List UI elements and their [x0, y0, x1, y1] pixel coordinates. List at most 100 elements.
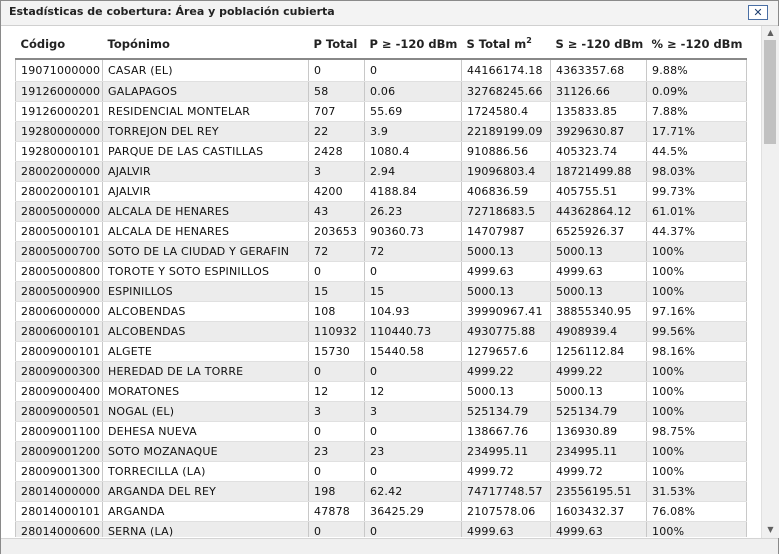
cell-s-ge-120: 135833.85 [550, 101, 647, 122]
table-row[interactable]: 28009000300 HEREDAD DE LA TORRE 0 0 4999.22 4… [15, 361, 747, 382]
cell-codigo: 28009001200 [15, 441, 103, 462]
header-s-total-exponent: 2 [526, 36, 532, 46]
cell-p-ge-120: 23 [364, 441, 462, 462]
table-row[interactable]: 28014000000 ARGANDA DEL REY 198 62.42 747177… [15, 481, 747, 502]
table-row[interactable]: 28005000900 ESPINILLOS 15 15 5000.13 5000.13 1… [15, 281, 747, 302]
table-row[interactable]: 28006000101 ALCOBENDAS 110932 110440.73 4930… [15, 321, 747, 342]
dialog-titlebar[interactable]: Estadísticas de cobertura: Área y poblac… [1, 1, 778, 26]
cell-codigo: 19071000000 [15, 59, 103, 82]
header-p-ge-120[interactable]: P ≥ -120 dBm [364, 29, 462, 60]
dialog-title: Estadísticas de cobertura: Área y poblac… [9, 5, 335, 18]
cell-codigo: 28005000000 [15, 201, 103, 222]
cell-toponimo: AJALVIR [102, 181, 309, 202]
cell-p-ge-120: 26.23 [364, 201, 462, 222]
header-s-total[interactable]: S Total m2 [461, 29, 551, 60]
cell-codigo: 28006000000 [15, 301, 103, 322]
table-row[interactable]: 28002000000 AJALVIR 3 2.94 19096803.4 1872149… [15, 161, 747, 182]
table-viewport[interactable]: Código Topónimo P Total P ≥ -120 dBm S T… [15, 29, 747, 537]
cell-p-ge-120: 0 [364, 361, 462, 382]
vertical-scroll-thumb[interactable] [764, 40, 776, 144]
cell-codigo: 19280000101 [15, 141, 103, 162]
cell-toponimo: ARGANDA DEL REY [102, 481, 309, 502]
cell-s-ge-120: 5000.13 [550, 281, 647, 302]
cell-codigo: 28002000000 [15, 161, 103, 182]
cell-p-ge-120: 0.06 [364, 81, 462, 102]
table-row[interactable]: 28005000800 TOROTE Y SOTO ESPINILLOS 0 0 499… [15, 261, 747, 282]
table-header-row: Código Topónimo P Total P ≥ -120 dBm S T… [15, 29, 747, 60]
table-row[interactable]: 28014000600 SERNA (LA) 0 0 4999.63 4999.63 100… [15, 521, 747, 537]
table-row[interactable]: 19126000201 RESIDENCIAL MONTELAR 707 55.69 1… [15, 101, 747, 122]
cell-s-total: 74717748.57 [461, 481, 551, 502]
header-toponimo[interactable]: Topónimo [102, 29, 309, 60]
cell-toponimo: GALAPAGOS [102, 81, 309, 102]
cell-pct-ge-120: 17.71% [646, 121, 747, 142]
cell-toponimo: CASAR (EL) [102, 59, 309, 82]
cell-pct-ge-120: 97.16% [646, 301, 747, 322]
cell-s-ge-120: 4999.72 [550, 461, 647, 482]
cell-s-total: 406836.59 [461, 181, 551, 202]
cell-s-total: 19096803.4 [461, 161, 551, 182]
header-p-total[interactable]: P Total [308, 29, 365, 60]
header-pct-ge-120[interactable]: % ≥ -120 dBm [646, 29, 747, 60]
cell-p-total: 0 [308, 421, 365, 442]
table-row[interactable]: 28014000101 ARGANDA 47878 36425.29 2107578.0… [15, 501, 747, 522]
scroll-down-icon[interactable]: ▼ [762, 523, 779, 536]
cell-pct-ge-120: 100% [646, 381, 747, 402]
vertical-scrollbar[interactable]: ▲ ▼ [761, 26, 779, 538]
table-row[interactable]: 28009001100 DEHESA NUEVA 0 0 138667.76 136930… [15, 421, 747, 442]
cell-p-ge-120: 2.94 [364, 161, 462, 182]
table-row[interactable]: 28009001300 TORRECILLA (LA) 0 0 4999.72 4999.… [15, 461, 747, 482]
scroll-up-icon[interactable]: ▲ [762, 26, 779, 39]
cell-pct-ge-120: 61.01% [646, 201, 747, 222]
cell-toponimo: AJALVIR [102, 161, 309, 182]
header-s-ge-120[interactable]: S ≥ -120 dBm [550, 29, 647, 60]
table-row[interactable]: 28009000400 MORATONES 12 12 5000.13 5000.13 10… [15, 381, 747, 402]
table-row[interactable]: 28009000501 NOGAL (EL) 3 3 525134.79 525134.7… [15, 401, 747, 422]
cell-s-ge-120: 44362864.12 [550, 201, 647, 222]
cell-codigo: 28002000101 [15, 181, 103, 202]
cell-pct-ge-120: 99.56% [646, 321, 747, 342]
cell-p-ge-120: 0 [364, 59, 462, 82]
header-codigo[interactable]: Código [15, 29, 103, 60]
cell-p-total: 198 [308, 481, 365, 502]
cell-p-ge-120: 0 [364, 421, 462, 442]
close-button[interactable]: ✕ [748, 5, 768, 20]
cell-s-total: 5000.13 [461, 381, 551, 402]
cell-p-total: 0 [308, 261, 365, 282]
cell-p-total: 12 [308, 381, 365, 402]
cell-toponimo: PARQUE DE LAS CASTILLAS [102, 141, 309, 162]
table-row[interactable]: 28005000101 ALCALA DE HENARES 203653 90360.… [15, 221, 747, 242]
table-row[interactable]: 28006000000 ALCOBENDAS 108 104.93 39990967.4… [15, 301, 747, 322]
table-row[interactable]: 28005000000 ALCALA DE HENARES 43 26.23 72718… [15, 201, 747, 222]
cell-s-ge-120: 4363357.68 [550, 59, 647, 82]
cell-p-total: 47878 [308, 501, 365, 522]
table-row[interactable]: 19280000000 TORREJON DEL REY 22 3.9 22189199… [15, 121, 747, 142]
cell-p-total: 2428 [308, 141, 365, 162]
cell-pct-ge-120: 7.88% [646, 101, 747, 122]
table-row[interactable]: 28009001200 SOTO MOZANAQUE 23 23 234995.11 23… [15, 441, 747, 462]
cell-codigo: 28005000700 [15, 241, 103, 262]
table-row[interactable]: 28009000101 ALGETE 15730 15440.58 1279657.6 1… [15, 341, 747, 362]
cell-codigo: 28009000400 [15, 381, 103, 402]
table-row[interactable]: 28002000101 AJALVIR 4200 4188.84 406836.59 40… [15, 181, 747, 202]
cell-p-total: 110932 [308, 321, 365, 342]
table-row[interactable]: 19280000101 PARQUE DE LAS CASTILLAS 2428 10… [15, 141, 747, 162]
cell-s-ge-120: 31126.66 [550, 81, 647, 102]
cell-codigo: 28005000101 [15, 221, 103, 242]
cell-pct-ge-120: 100% [646, 361, 747, 382]
cell-p-total: 0 [308, 461, 365, 482]
table-row[interactable]: 19071000000 CASAR (EL) 0 0 44166174.18 436335… [15, 59, 747, 82]
cell-s-total: 4999.63 [461, 521, 551, 537]
cell-pct-ge-120: 100% [646, 441, 747, 462]
horizontal-scrollbar[interactable] [1, 538, 778, 554]
cell-s-total: 1724580.4 [461, 101, 551, 122]
table-row[interactable]: 19126000000 GALAPAGOS 58 0.06 32768245.66 311… [15, 81, 747, 102]
cell-s-ge-120: 405323.74 [550, 141, 647, 162]
cell-s-ge-120: 234995.11 [550, 441, 647, 462]
cell-s-ge-120: 1256112.84 [550, 341, 647, 362]
cell-s-total: 44166174.18 [461, 59, 551, 82]
cell-s-total: 72718683.5 [461, 201, 551, 222]
cell-p-total: 43 [308, 201, 365, 222]
table-body: 19071000000 CASAR (EL) 0 0 44166174.18 436335… [15, 59, 747, 537]
table-row[interactable]: 28005000700 SOTO DE LA CIUDAD Y GERAFIN 72… [15, 241, 747, 262]
